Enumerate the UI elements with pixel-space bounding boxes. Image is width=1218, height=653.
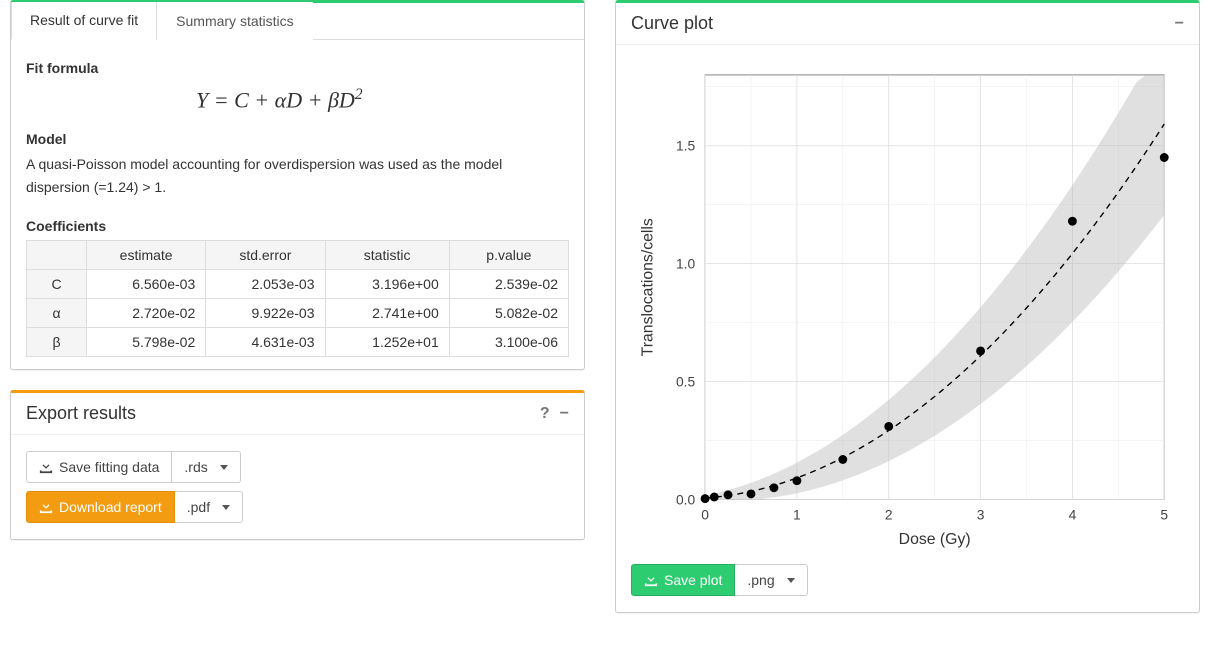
- svg-text:1: 1: [793, 506, 801, 522]
- export-results-box: Export results ? − Save fitting data .rd…: [10, 390, 585, 540]
- table-header: p.value: [449, 241, 568, 270]
- save-fitting-label: Save fitting data: [59, 459, 159, 475]
- save-plot-button[interactable]: Save plot: [631, 564, 735, 596]
- coefficients-label: Coefficients: [26, 218, 569, 234]
- svg-text:Translocations/cells: Translocations/cells: [640, 218, 657, 356]
- table-row: C6.560e-032.053e-033.196e+002.539e-02: [27, 270, 569, 299]
- save-fitting-format-dropdown[interactable]: .rds: [172, 451, 240, 483]
- curve-plot-title: Curve plot: [631, 13, 713, 34]
- svg-text:0.5: 0.5: [676, 374, 696, 390]
- save-plot-format-dropdown[interactable]: .png: [735, 564, 807, 596]
- fit-formula: Y = C + αD + βD2: [26, 82, 569, 123]
- collapse-icon[interactable]: −: [560, 405, 569, 423]
- model-description: A quasi-Poisson model accounting for ove…: [26, 153, 569, 198]
- tabs: Result of curve fit Summary statistics: [11, 2, 584, 40]
- svg-text:0.0: 0.0: [676, 492, 696, 508]
- download-icon: [39, 500, 53, 514]
- tab-result[interactable]: Result of curve fit: [11, 2, 157, 40]
- save-plot-format-label: .png: [747, 572, 774, 588]
- table-row: α2.720e-029.922e-032.741e+005.082e-02: [27, 299, 569, 328]
- svg-text:0: 0: [701, 506, 709, 522]
- svg-text:Dose (Gy): Dose (Gy): [899, 531, 971, 548]
- save-fitting-format-label: .rds: [184, 459, 207, 475]
- model-label: Model: [26, 131, 569, 147]
- tab-summary[interactable]: Summary statistics: [157, 2, 312, 40]
- save-plot-label: Save plot: [664, 572, 722, 588]
- chevron-down-icon: [220, 465, 228, 470]
- table-header: [27, 241, 87, 270]
- download-icon: [39, 460, 53, 474]
- table-row: β5.798e-024.631e-031.252e+013.100e-06: [27, 328, 569, 357]
- fit-formula-label: Fit formula: [26, 60, 569, 76]
- download-report-button[interactable]: Download report: [26, 491, 175, 523]
- help-icon[interactable]: ?: [540, 405, 550, 423]
- export-title: Export results: [26, 403, 136, 424]
- svg-text:3: 3: [977, 506, 985, 522]
- chevron-down-icon: [787, 578, 795, 583]
- svg-text:4: 4: [1069, 506, 1077, 522]
- download-icon: [644, 573, 658, 587]
- curve-plot-box: Curve plot − 0 1 2 3 4 5 0.0 0.5 1.0 1.5 Dose (Gy)…: [615, 0, 1200, 613]
- table-header: estimate: [87, 241, 206, 270]
- coefficients-table: estimatestd.errorstatisticp.value C6.560…: [26, 240, 569, 357]
- svg-text:5: 5: [1160, 506, 1168, 522]
- table-header: std.error: [206, 241, 325, 270]
- curve-fit-box: Result of curve fit Summary statistics F…: [10, 0, 585, 370]
- chevron-down-icon: [222, 505, 230, 510]
- svg-text:1.5: 1.5: [676, 138, 696, 154]
- svg-text:2: 2: [885, 506, 893, 522]
- download-report-format-dropdown[interactable]: .pdf: [175, 491, 243, 523]
- download-report-format-label: .pdf: [187, 499, 210, 515]
- table-header: statistic: [325, 241, 449, 270]
- download-report-label: Download report: [59, 499, 162, 515]
- save-fitting-button[interactable]: Save fitting data: [26, 451, 172, 483]
- collapse-icon[interactable]: −: [1175, 15, 1184, 33]
- svg-text:1.0: 1.0: [676, 256, 696, 272]
- curve-plot: 0 1 2 3 4 5 0.0 0.5 1.0 1.5 Dose (Gy) Translocation…: [631, 57, 1184, 557]
